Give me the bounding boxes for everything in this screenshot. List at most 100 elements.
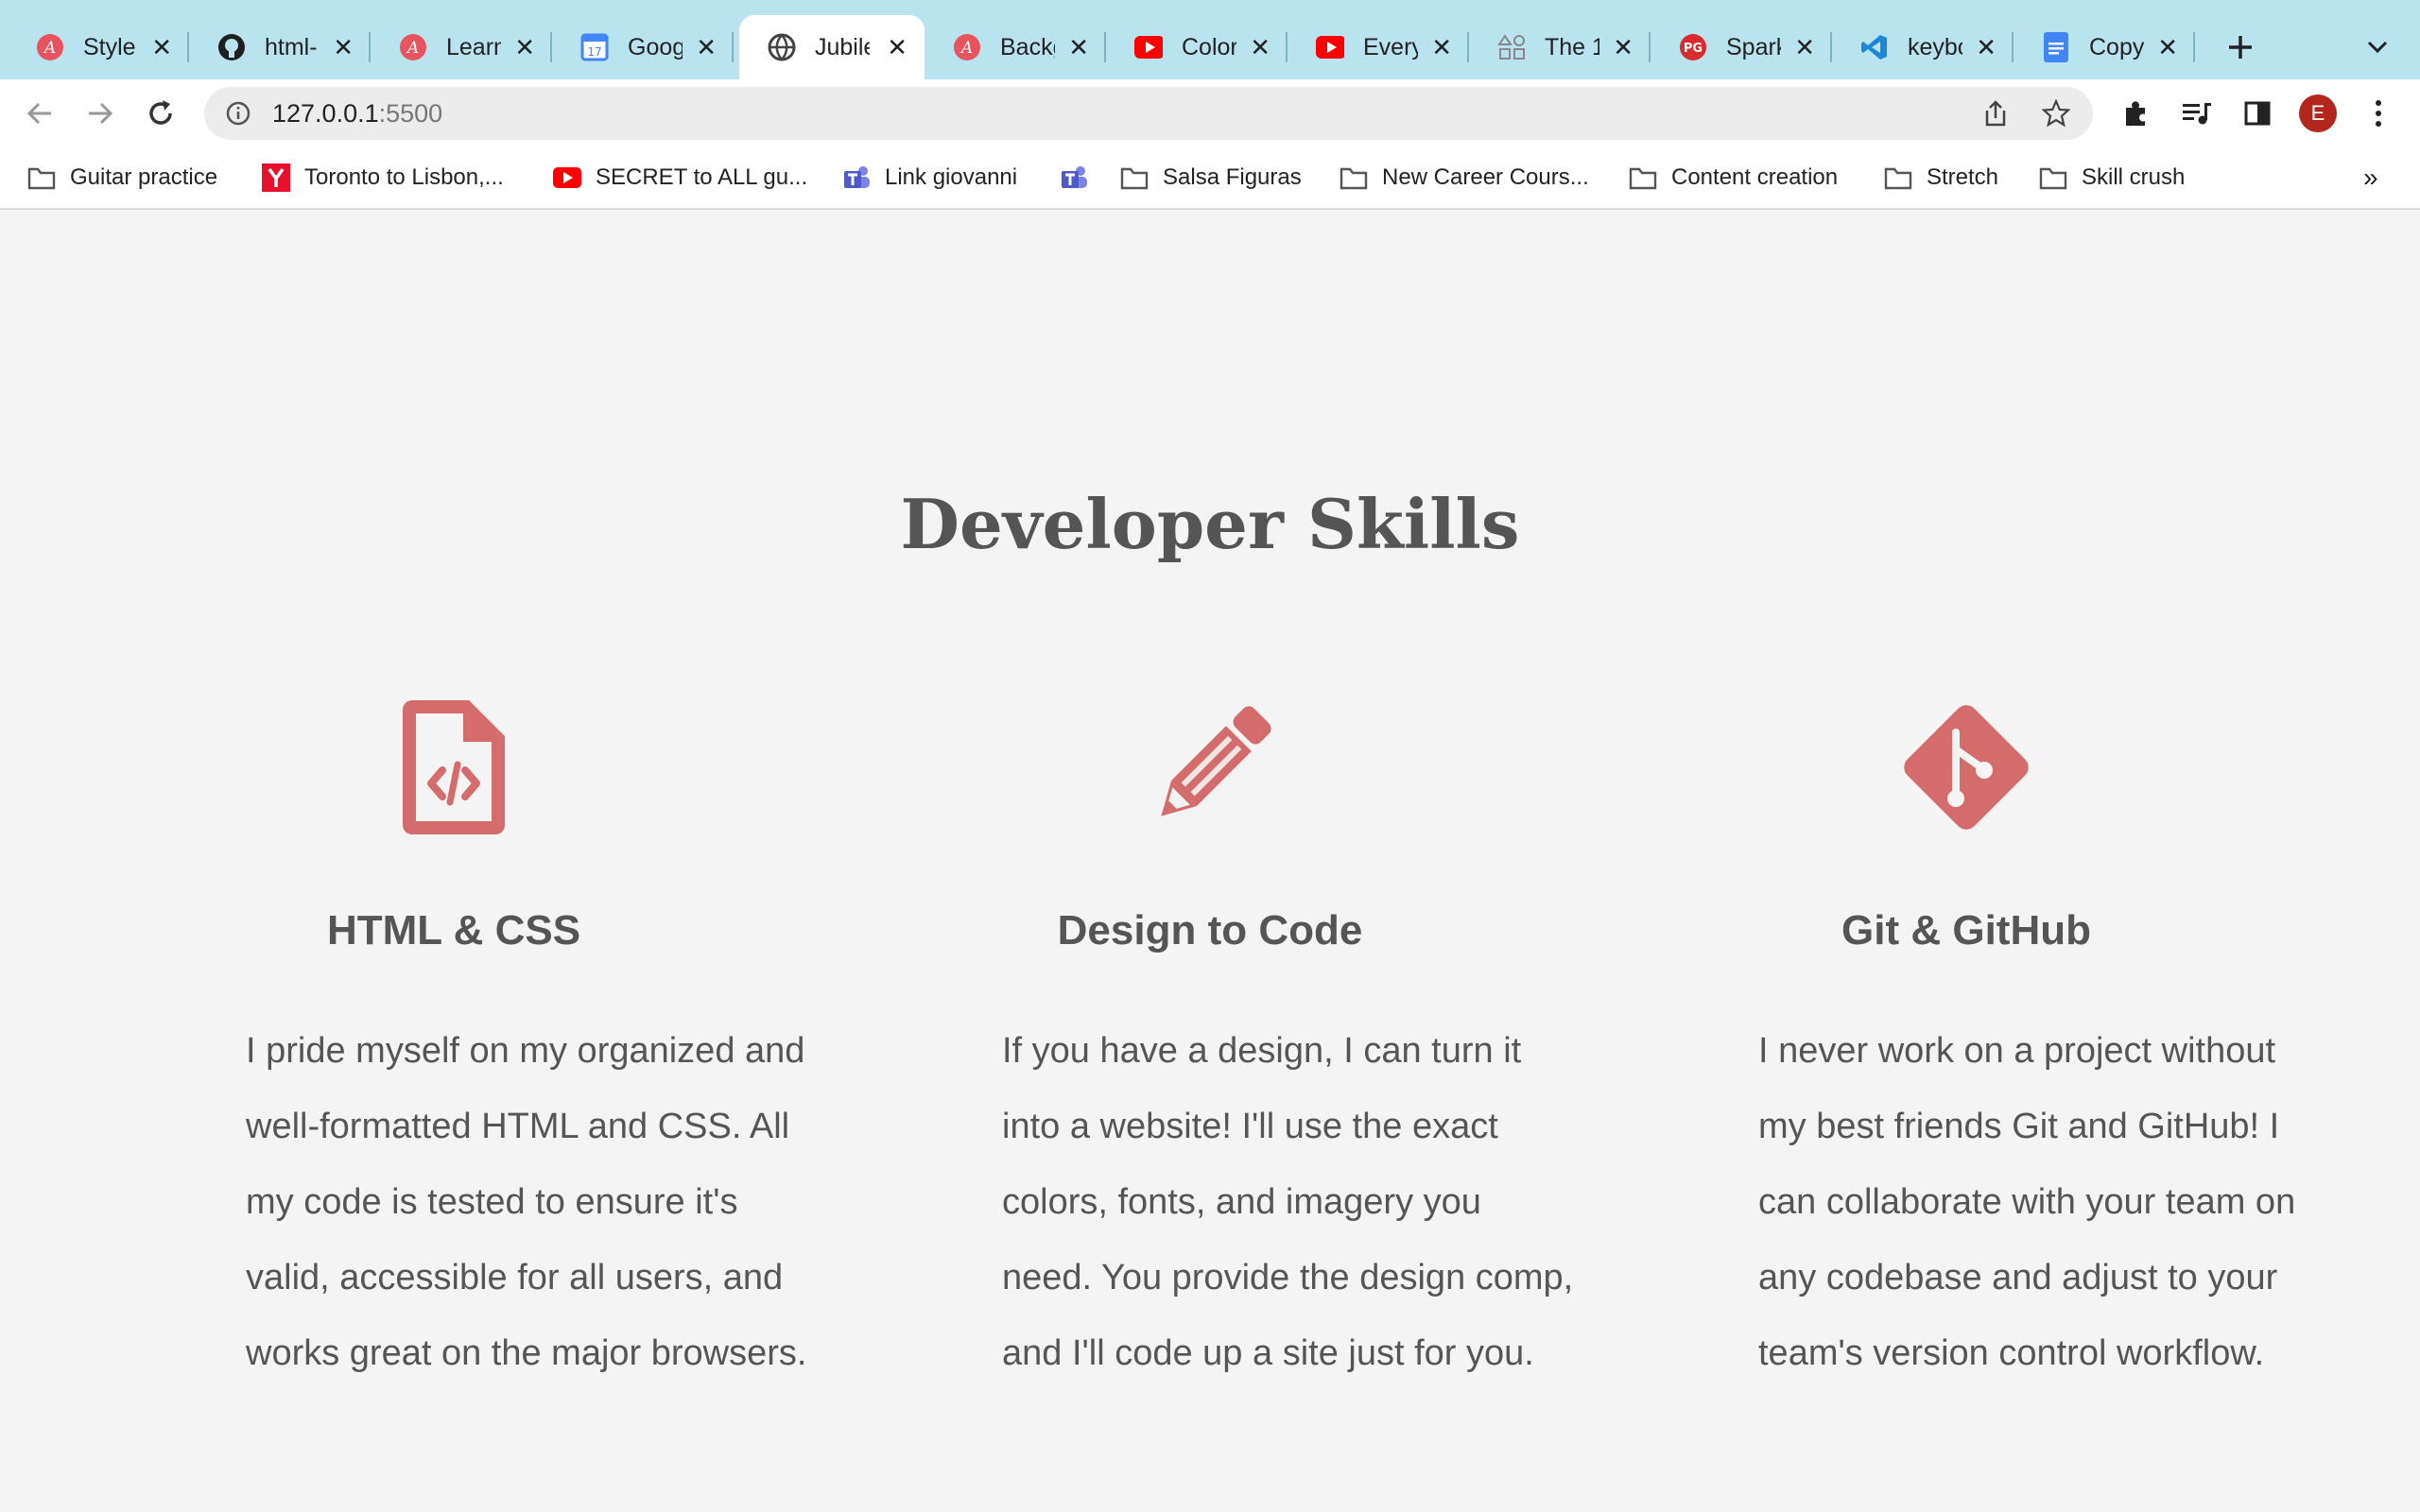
file-code-icon	[378, 692, 529, 843]
tab-background[interactable]: A Backg ✕	[925, 15, 1106, 79]
media-control-button[interactable]	[2170, 79, 2223, 147]
tab-jubilee[interactable]: Jubile ✕	[739, 15, 925, 79]
bookmark-stretch[interactable]: Stretch	[1883, 147, 1998, 208]
tab-strip: A Style ✕ html- ✕ A Learn ✕ 17 Googl ✕ J…	[0, 0, 2420, 79]
pg-icon: PG	[1679, 33, 1707, 61]
close-icon[interactable]: ✕	[1613, 15, 1634, 79]
teams-icon	[841, 163, 872, 193]
info-icon	[226, 101, 251, 126]
page-title: Developer Skills	[900, 484, 1520, 564]
bookmark-toronto-lisbon[interactable]: Toronto to Lisbon,...	[261, 147, 504, 208]
kebab-menu-icon	[2376, 100, 2381, 127]
tab-color[interactable]: Color ✕	[1106, 15, 1288, 79]
bookmark-link-giovanni[interactable]: Link giovanni	[841, 147, 1017, 208]
browser-toolbar: 127.0.0.1:5500 E	[0, 79, 2420, 147]
bookmark-secret[interactable]: SECRET to ALL gu...	[552, 147, 807, 208]
close-icon[interactable]: ✕	[1794, 15, 1815, 79]
close-icon[interactable]: ✕	[2157, 15, 2178, 79]
back-button[interactable]	[11, 79, 68, 147]
arrow-right-icon	[89, 102, 113, 125]
tab-keyboard[interactable]: keybc ✕	[1832, 15, 2014, 79]
close-icon[interactable]: ✕	[514, 15, 535, 79]
profile-button[interactable]: E	[2291, 79, 2344, 147]
forward-button[interactable]	[72, 79, 129, 147]
bookmarks-overflow-button[interactable]: »	[2363, 147, 2378, 208]
bookmark-star-button[interactable]	[2032, 87, 2080, 140]
tab-style[interactable]: A Style ✕	[8, 15, 189, 79]
close-icon[interactable]: ✕	[1976, 15, 1996, 79]
youtube-icon	[1316, 33, 1344, 61]
google-docs-icon	[2042, 32, 2070, 62]
plus-icon	[2229, 36, 2252, 59]
close-icon[interactable]: ✕	[1068, 15, 1089, 79]
extensions-button[interactable]	[2110, 79, 2163, 147]
skill-heading: Design to Code	[1057, 907, 1363, 954]
bookmarks-bar: Guitar practice Toronto to Lisbon,... SE…	[0, 147, 2420, 210]
avatar: E	[2299, 94, 2337, 132]
yelp-icon	[261, 163, 291, 193]
codecademy-icon: A	[36, 33, 64, 61]
folder-icon	[1119, 163, 1150, 193]
share-icon	[1985, 100, 2006, 127]
star-icon	[2042, 99, 2070, 128]
bookmark-guitar-practice[interactable]: Guitar practice	[26, 147, 217, 208]
reload-icon	[149, 100, 172, 125]
tab-learn[interactable]: A Learn ✕	[371, 15, 552, 79]
folder-icon	[1883, 163, 1913, 193]
globe-icon	[768, 33, 796, 61]
url-text[interactable]: 127.0.0.1:5500	[272, 99, 442, 129]
playlist-music-icon	[2183, 103, 2211, 125]
tab-every[interactable]: Every ✕	[1288, 15, 1469, 79]
bookmark-skill-crush[interactable]: Skill crush	[2038, 147, 2185, 208]
reload-button[interactable]	[132, 79, 189, 147]
folder-icon	[2038, 163, 2068, 193]
pencil-icon	[1134, 692, 1286, 843]
git-icon	[1891, 692, 2042, 843]
vscode-icon	[1860, 33, 1889, 61]
new-tab-button[interactable]	[2212, 15, 2269, 79]
folder-icon	[1628, 163, 1658, 193]
svg-text:A: A	[406, 39, 419, 58]
close-icon[interactable]: ✕	[1250, 15, 1270, 79]
folder-icon	[1339, 163, 1369, 193]
tab-google-calendar[interactable]: 17 Googl ✕	[552, 15, 734, 79]
share-button[interactable]	[1972, 87, 2019, 140]
side-panel-icon	[2244, 101, 2271, 126]
youtube-icon	[552, 163, 582, 193]
tab-html[interactable]: html- ✕	[189, 15, 371, 79]
address-bar[interactable]: 127.0.0.1:5500	[204, 87, 2093, 140]
close-icon[interactable]: ✕	[151, 15, 172, 79]
skill-description: I never work on a project without my bes…	[1758, 1031, 2296, 1373]
teams-icon	[1059, 163, 1089, 193]
skill-heading: HTML & CSS	[326, 907, 581, 954]
github-icon	[217, 33, 246, 61]
codecademy-icon: A	[953, 33, 981, 61]
side-panel-button[interactable]	[2231, 79, 2284, 147]
svg-text:A: A	[43, 39, 56, 58]
tab-the-1[interactable]: The 1 ✕	[1469, 15, 1651, 79]
chevron-down-icon	[2367, 41, 2388, 54]
menu-button[interactable]	[2352, 79, 2405, 147]
bookmark-salsa-figuras[interactable]: Salsa Figuras	[1119, 147, 1302, 208]
arrow-left-icon	[26, 102, 51, 125]
tab-spark[interactable]: PG Spark ✕	[1651, 15, 1832, 79]
google-calendar-icon: 17	[580, 33, 609, 61]
tab-search-button[interactable]	[2354, 15, 2401, 79]
skill-description: I pride myself on my organized and well-…	[246, 1031, 807, 1373]
svg-text:A: A	[959, 39, 973, 58]
puzzle-icon	[2126, 101, 2145, 126]
bookmark-new-career[interactable]: New Career Cours...	[1339, 147, 1589, 208]
svg-text:PG: PG	[1684, 42, 1703, 56]
close-icon[interactable]: ✕	[887, 15, 908, 79]
close-icon[interactable]: ✕	[696, 15, 717, 79]
tab-copy[interactable]: Copy ✕	[2014, 15, 2195, 79]
close-icon[interactable]: ✕	[333, 15, 354, 79]
folder-icon	[26, 163, 57, 193]
svg-text:17: 17	[587, 45, 601, 59]
bookmark-teams[interactable]	[1059, 147, 1102, 208]
close-icon[interactable]: ✕	[1431, 15, 1452, 79]
skill-description: If you have a design, I can turn it into…	[1002, 1031, 1574, 1373]
skill-heading: Git & GitHub	[1841, 907, 2091, 954]
bookmark-content-creation[interactable]: Content creation	[1628, 147, 1838, 208]
youtube-icon	[1134, 33, 1163, 61]
